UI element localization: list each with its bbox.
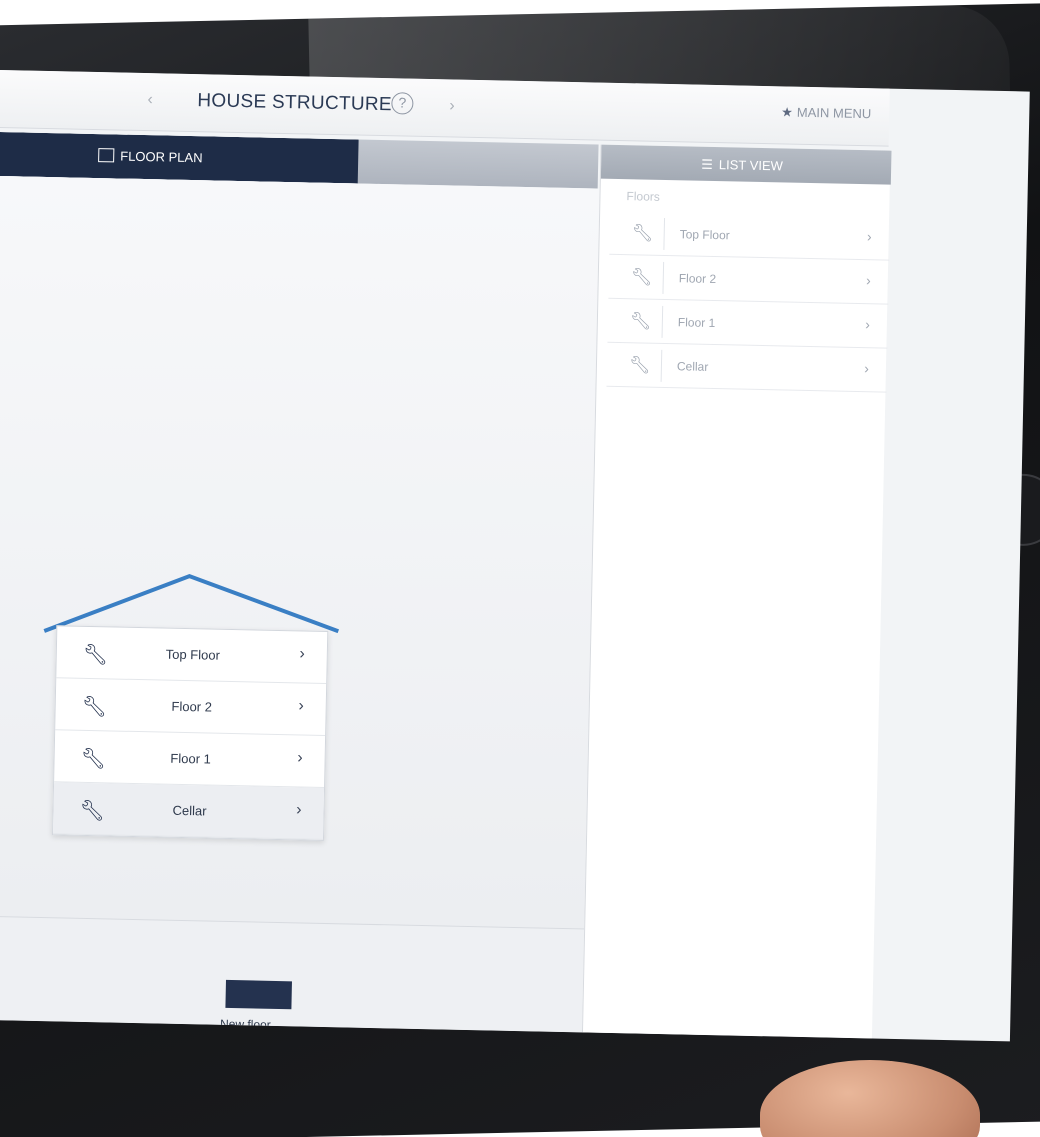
chevron-right-icon: ›: [296, 801, 302, 819]
star-icon: ★: [781, 104, 794, 120]
divider: [660, 349, 663, 382]
list-item-floor-2[interactable]: 🔧︎ Floor 2 ›: [608, 254, 890, 305]
chevron-right-icon: ›: [864, 360, 870, 377]
floor-plan-icon: [98, 148, 114, 162]
floor-list: 🔧︎ Top Floor › 🔧︎ Floor 2 › 🔧︎ Floor 1 ›…: [606, 210, 891, 393]
list-item-floor-1[interactable]: 🔧︎ Floor 1 ›: [607, 298, 889, 349]
chevron-right-icon: ›: [865, 316, 871, 333]
tab-list-view[interactable]: ☰ LIST VIEW: [600, 144, 892, 185]
app-screen: ‹ HOUSE STRUCTURE ? › ★ MAIN MENU FLOOR P…: [0, 70, 1030, 1042]
main-menu-label: MAIN MENU: [796, 104, 872, 122]
chevron-right-icon: ›: [297, 749, 303, 767]
list-item-label: Floor 1: [677, 315, 716, 331]
list-item-top-floor[interactable]: 🔧︎ Top Floor ›: [609, 210, 891, 261]
tab-list-view-label-wrap: ☰ LIST VIEW: [701, 157, 783, 175]
chevron-right-icon: ›: [299, 645, 306, 663]
house-floor-list: 🔧︎ Top Floor › 🔧︎ Floor 2 › 🔧︎ Floor 1 ›…: [51, 625, 329, 841]
new-floor-button[interactable]: [225, 979, 292, 1010]
divider: [662, 261, 665, 294]
divider: [661, 305, 664, 338]
house-floor-row-top-floor[interactable]: 🔧︎ Top Floor ›: [56, 626, 328, 684]
tab-floor-plan[interactable]: FLOOR PLAN: [0, 132, 379, 184]
tab-floor-plan-label-wrap: FLOOR PLAN: [98, 148, 203, 165]
list-item-label: Cellar: [676, 359, 709, 374]
list-item-label: Floor 2: [678, 271, 717, 287]
help-icon[interactable]: ?: [391, 92, 414, 115]
list-item-label: Top Floor: [679, 227, 730, 243]
house-floor-row-floor-1[interactable]: 🔧︎ Floor 1 ›: [54, 730, 326, 788]
tab-floor-plan-label: FLOOR PLAN: [120, 148, 203, 166]
wrench-icon[interactable]: 🔧︎: [632, 223, 654, 243]
house-floor-row-cellar[interactable]: 🔧︎ Cellar ›: [53, 782, 325, 840]
chevron-right-icon: ›: [866, 228, 872, 245]
list-view-panel: ☰ LIST VIEW Floors 🔧︎ Top Floor › 🔧︎ Floo…: [581, 144, 892, 1039]
wrench-icon[interactable]: 🔧︎: [631, 267, 653, 287]
tab-list-view-label: LIST VIEW: [718, 157, 784, 174]
divider: [663, 217, 666, 250]
wrench-icon[interactable]: 🔧︎: [630, 311, 652, 331]
house-floor-row-floor-2[interactable]: 🔧︎ Floor 2 ›: [55, 678, 327, 736]
chevron-right-icon: ›: [865, 272, 871, 289]
main-menu-button[interactable]: ★ MAIN MENU: [781, 104, 871, 122]
list-item-cellar[interactable]: 🔧︎ Cellar ›: [606, 342, 888, 393]
floors-caption: Floors: [626, 189, 660, 204]
nav-next-button[interactable]: ›: [449, 97, 455, 115]
tab-bar-background: [357, 139, 599, 189]
list-icon: ☰: [701, 156, 713, 172]
nav-prev-button[interactable]: ‹: [147, 91, 153, 109]
wrench-icon[interactable]: 🔧︎: [629, 355, 651, 375]
chevron-right-icon: ›: [298, 697, 304, 715]
page-title: HOUSE STRUCTURE: [197, 90, 393, 116]
